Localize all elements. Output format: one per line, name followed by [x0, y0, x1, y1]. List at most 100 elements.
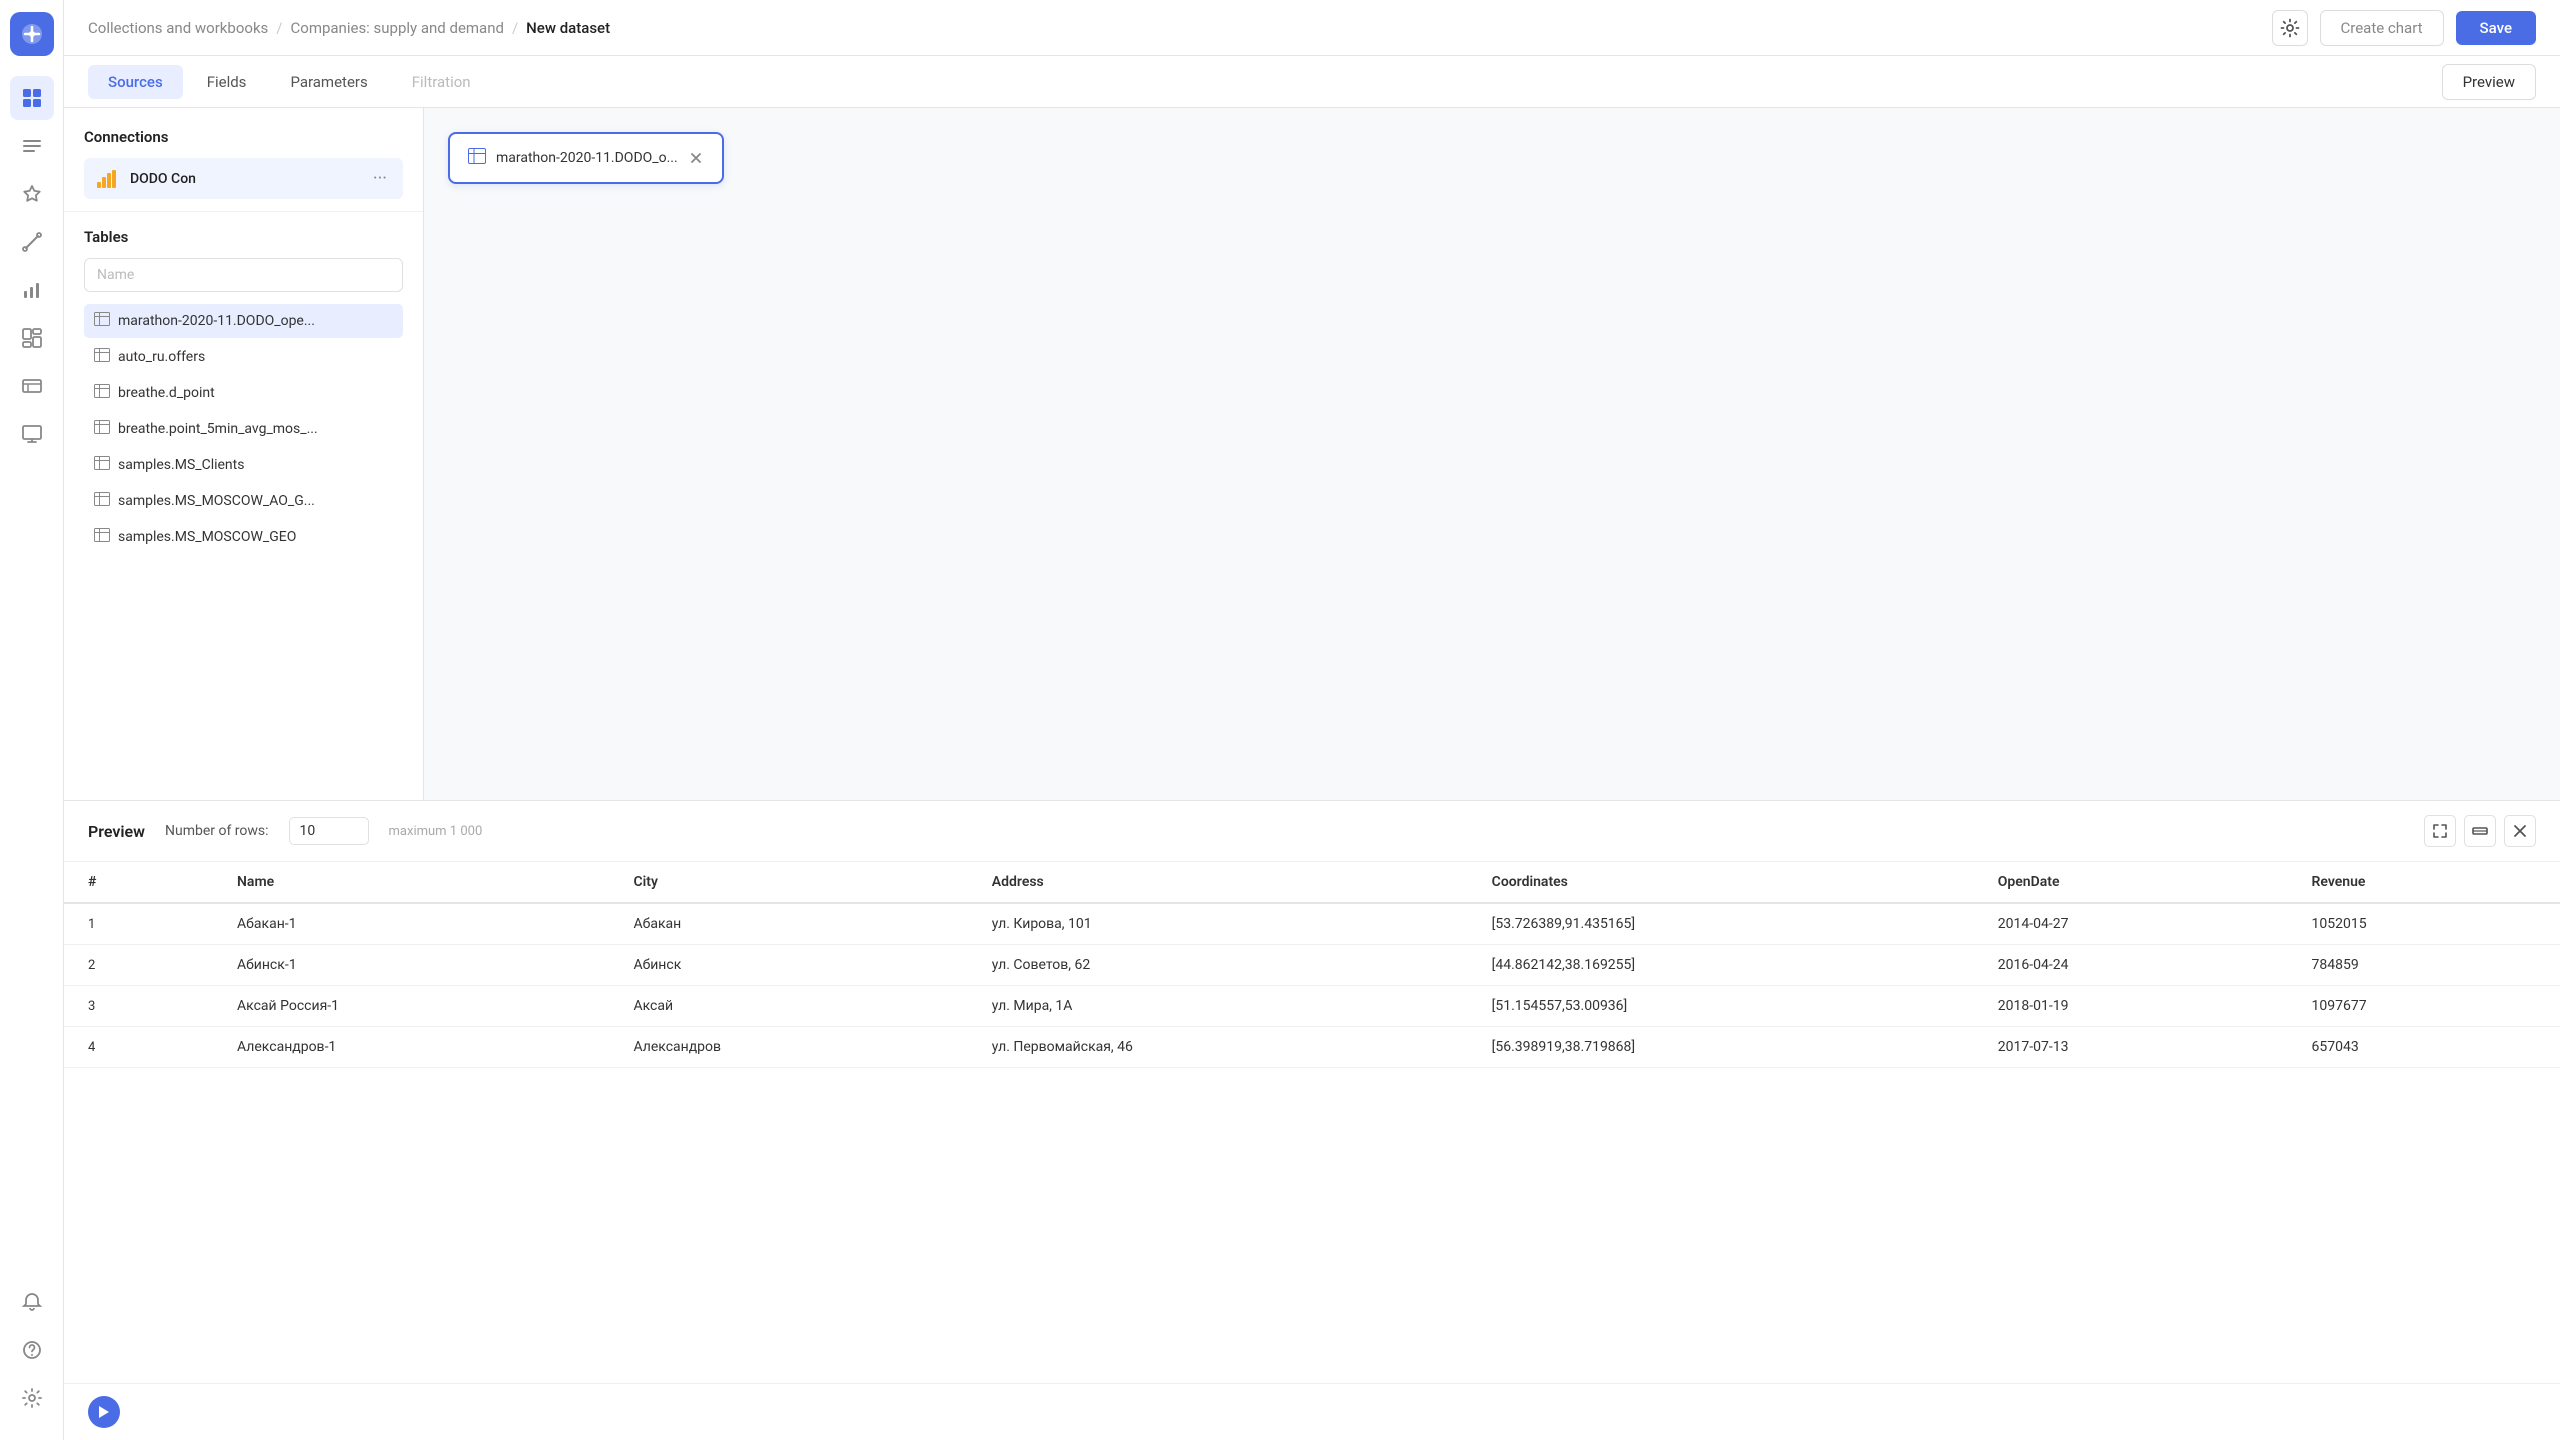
- play-button[interactable]: [88, 1396, 120, 1428]
- sidebar-item-monitor[interactable]: [10, 412, 54, 456]
- sidebar-item-analytics[interactable]: [10, 268, 54, 312]
- tabs-left: Sources Fields Parameters Filtration: [88, 65, 491, 99]
- tab-fields[interactable]: Fields: [187, 65, 267, 99]
- bell-icon[interactable]: [10, 1280, 54, 1324]
- expand-button[interactable]: [2424, 815, 2456, 847]
- tables-title: Tables: [84, 228, 403, 246]
- cell-city: Александров: [609, 1027, 967, 1068]
- connection-bar-icon: [96, 167, 120, 191]
- rows-input[interactable]: [289, 817, 369, 845]
- tables-section: Tables marathon-2020-11.DODO_ope...: [64, 212, 423, 800]
- node-table-icon: [468, 148, 486, 168]
- breadcrumb-part1[interactable]: Collections and workbooks: [88, 19, 268, 37]
- cell-coordinates: [56.398919,38.719868]: [1468, 1027, 1974, 1068]
- cell-name: Абакан-1: [213, 903, 609, 945]
- cell-num: 2: [64, 945, 213, 986]
- cell-name: Аксай Россия-1: [213, 986, 609, 1027]
- content-area: Connections DODO Con ···: [64, 108, 2560, 1440]
- save-button[interactable]: Save: [2456, 11, 2536, 45]
- preview-actions: [2424, 815, 2536, 847]
- cell-num: 1: [64, 903, 213, 945]
- cell-address: ул. Советов, 62: [968, 945, 1468, 986]
- connection-more-button[interactable]: ···: [369, 166, 391, 191]
- table-item-5[interactable]: samples.MS_Clients: [84, 448, 403, 482]
- table-item-3[interactable]: breathe.d_point: [84, 376, 403, 410]
- header-actions: Create chart Save: [2272, 10, 2536, 46]
- col-header-address: Address: [968, 862, 1468, 903]
- tab-parameters[interactable]: Parameters: [270, 65, 387, 99]
- table-item-1[interactable]: marathon-2020-11.DODO_ope...: [84, 304, 403, 338]
- app-logo[interactable]: [10, 12, 54, 56]
- node-label: marathon-2020-11.DODO_o...: [496, 150, 678, 166]
- table-header-row: # Name City Address Coordinates OpenDate…: [64, 862, 2560, 903]
- left-panel: Connections DODO Con ···: [64, 108, 424, 800]
- cell-name: Абинск-1: [213, 945, 609, 986]
- table-search-input[interactable]: [84, 258, 403, 292]
- cell-opendate: 2016-04-24: [1974, 945, 2288, 986]
- cell-opendate: 2017-07-13: [1974, 1027, 2288, 1068]
- settings-gear-button[interactable]: [2272, 10, 2308, 46]
- rows-label: Number of rows:: [165, 823, 269, 839]
- cell-num: 4: [64, 1027, 213, 1068]
- table-name-2: auto_ru.offers: [118, 349, 205, 365]
- sidebar-item-apps[interactable]: [10, 76, 54, 120]
- table-grid-icon-7: [94, 528, 110, 546]
- table-row: 4Александров-1Александровул. Первомайска…: [64, 1027, 2560, 1068]
- col-header-revenue: Revenue: [2287, 862, 2560, 903]
- cell-address: ул. Кирова, 101: [968, 903, 1468, 945]
- table-row: 1Абакан-1Абаканул. Кирова, 101[53.726389…: [64, 903, 2560, 945]
- col-header-coordinates: Coordinates: [1468, 862, 1974, 903]
- sidebar-item-datasets[interactable]: [10, 364, 54, 408]
- table-name-3: breathe.d_point: [118, 385, 215, 401]
- cell-opendate: 2014-04-27: [1974, 903, 2288, 945]
- col-header-name: Name: [213, 862, 609, 903]
- dataset-node[interactable]: marathon-2020-11.DODO_o...: [448, 132, 724, 184]
- close-preview-button[interactable]: [2504, 815, 2536, 847]
- tab-sources[interactable]: Sources: [88, 65, 183, 99]
- node-close-button[interactable]: [688, 150, 704, 166]
- cell-coordinates: [51.154557,53.00936]: [1468, 986, 1974, 1027]
- col-header-num: #: [64, 862, 213, 903]
- data-table-container: # Name City Address Coordinates OpenDate…: [64, 862, 2560, 1383]
- preview-button[interactable]: Preview: [2442, 64, 2536, 100]
- table-grid-icon-3: [94, 384, 110, 402]
- table-name-4: breathe.point_5min_avg_mos_...: [118, 421, 318, 437]
- table-name-5: samples.MS_Clients: [118, 457, 244, 473]
- connection-name: DODO Con: [130, 171, 359, 187]
- sidebar-item-favorites[interactable]: [10, 172, 54, 216]
- tabs-row: Sources Fields Parameters Filtration Pre…: [64, 56, 2560, 108]
- sidebar-item-collections[interactable]: [10, 124, 54, 168]
- cell-opendate: 2018-01-19: [1974, 986, 2288, 1027]
- help-icon[interactable]: [10, 1328, 54, 1372]
- cell-revenue: 784859: [2287, 945, 2560, 986]
- workspace: Connections DODO Con ···: [64, 108, 2560, 800]
- sidebar-item-dashboards[interactable]: [10, 316, 54, 360]
- cell-address: ул. Мира, 1А: [968, 986, 1468, 1027]
- cell-coordinates: [53.726389,91.435165]: [1468, 903, 1974, 945]
- table-row: 2Абинск-1Абинскул. Советов, 62[44.862142…: [64, 945, 2560, 986]
- resize-button[interactable]: [2464, 815, 2496, 847]
- table-footer: [64, 1383, 2560, 1440]
- settings-icon[interactable]: [10, 1376, 54, 1420]
- table-item-2[interactable]: auto_ru.offers: [84, 340, 403, 374]
- preview-section: Preview Number of rows: maximum 1 000: [64, 800, 2560, 1440]
- cell-revenue: 657043: [2287, 1027, 2560, 1068]
- breadcrumb-current: New dataset: [526, 19, 610, 37]
- table-item-6[interactable]: samples.MS_MOSCOW_AO_G...: [84, 484, 403, 518]
- table-grid-icon-4: [94, 420, 110, 438]
- cell-revenue: 1052015: [2287, 903, 2560, 945]
- cell-address: ул. Первомайская, 46: [968, 1027, 1468, 1068]
- breadcrumb-part2[interactable]: Companies: supply and demand: [291, 19, 504, 37]
- create-chart-button[interactable]: Create chart: [2320, 10, 2444, 46]
- table-item-7[interactable]: samples.MS_MOSCOW_GEO: [84, 520, 403, 554]
- sidebar: [0, 0, 64, 1440]
- table-item-4[interactable]: breathe.point_5min_avg_mos_...: [84, 412, 403, 446]
- breadcrumb-sep2: /: [512, 19, 518, 37]
- table-name-7: samples.MS_MOSCOW_GEO: [118, 529, 296, 545]
- sidebar-item-connections[interactable]: [10, 220, 54, 264]
- cell-num: 3: [64, 986, 213, 1027]
- cell-name: Александров-1: [213, 1027, 609, 1068]
- table-grid-icon-6: [94, 492, 110, 510]
- breadcrumb-sep1: /: [276, 19, 282, 37]
- connection-item-dodo[interactable]: DODO Con ···: [84, 158, 403, 199]
